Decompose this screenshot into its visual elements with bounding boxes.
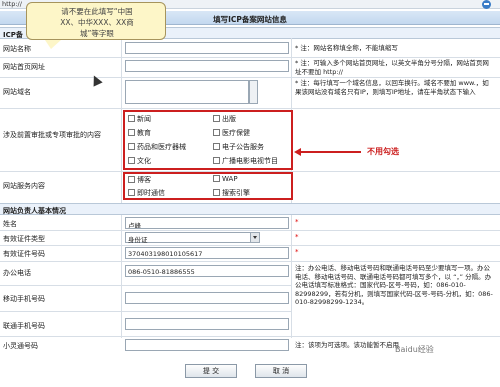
office-phone-label: 办公电话 xyxy=(3,269,31,277)
row-divider xyxy=(0,245,500,246)
site-name-label: 网站名称 xyxy=(3,45,31,53)
mobile-input[interactable] xyxy=(125,292,289,304)
phs-input[interactable] xyxy=(125,339,289,351)
id-number-label: 有效证件号码 xyxy=(3,250,45,258)
id-number-input[interactable]: 370403198010105617 xyxy=(125,247,289,259)
name-label: 姓名 xyxy=(3,220,17,228)
special-approval-label: 涉及前置审批或专项审批的内容 xyxy=(3,131,101,139)
row-divider xyxy=(0,108,500,109)
watermark: Baidu经验 xyxy=(395,345,434,354)
id-type-value: 身份证 xyxy=(128,236,148,244)
address-text: http:// xyxy=(2,0,22,8)
section-person: 网站负责人基本情况 xyxy=(0,203,500,215)
row-divider xyxy=(0,311,292,312)
phone-note: 注：办公电话、移动电话号码和联通电话号码至少要填写一项。办公电话、移动电话号码、… xyxy=(295,264,493,306)
id-type-select[interactable]: 身份证 xyxy=(125,232,260,244)
column-divider-1 xyxy=(121,38,122,338)
chevron-down-icon[interactable] xyxy=(250,233,259,242)
annotation-arrow xyxy=(299,151,361,153)
section-person-label: 网站负责人基本情况 xyxy=(3,207,66,215)
callout-line-3: 城”等字眼 xyxy=(80,29,114,38)
service-checkbox-group: 博客 WAP 即时通信 搜索引擎 xyxy=(123,172,293,200)
service-content-label: 网站服务内容 xyxy=(3,182,45,190)
office-phone-input[interactable]: 086-0510-81886555 xyxy=(125,265,289,277)
callout-line-2: XX、中华XXX、XX商 xyxy=(60,18,134,27)
checkbox-education[interactable]: 教育 xyxy=(128,128,151,138)
required-mark: * xyxy=(295,218,299,226)
site-url-label: 网站首页网址 xyxy=(3,63,45,71)
row-divider xyxy=(0,261,500,262)
browser-icon xyxy=(482,0,491,9)
site-url-note: * 注：可输入多个网站首页网址，以英文半角分号分隔，网站首页网址不要加 http… xyxy=(295,59,489,76)
checkbox-pharma[interactable]: 药品和医疗器械 xyxy=(128,142,186,152)
id-type-label: 有效证件类型 xyxy=(3,235,45,243)
checkbox-broadcast[interactable]: 广播电影电视节目 xyxy=(213,156,278,166)
phs-label: 小灵通号码 xyxy=(3,342,38,350)
row-divider xyxy=(0,336,500,337)
annotation-no-check: 不用勾选 xyxy=(367,147,399,156)
row-divider xyxy=(0,230,500,231)
checkbox-im[interactable]: 即时通信 xyxy=(128,188,165,198)
mouse-cursor-icon xyxy=(89,73,103,87)
annotation-arrowhead-icon xyxy=(294,148,301,156)
submit-button[interactable]: 提 交 xyxy=(185,364,237,378)
row-divider xyxy=(0,57,500,58)
site-name-input[interactable] xyxy=(125,42,289,54)
checkbox-publishing[interactable]: 出版 xyxy=(213,114,236,124)
section-icp-label: ICP备 xyxy=(3,31,23,39)
checkbox-blog[interactable]: 博客 xyxy=(128,175,151,185)
site-url-input[interactable] xyxy=(125,60,289,72)
checkbox-wap[interactable]: WAP xyxy=(213,175,238,183)
checkbox-healthcare[interactable]: 医疗保健 xyxy=(213,128,250,138)
checkbox-culture[interactable]: 文化 xyxy=(128,156,151,166)
checkbox-news[interactable]: 新闻 xyxy=(128,114,151,124)
callout-line-1: 请不要在此填写“中国 xyxy=(61,7,133,16)
cancel-button[interactable]: 取 消 xyxy=(255,364,307,378)
domain-textarea[interactable] xyxy=(125,80,249,104)
special-approval-checkbox-group: 新闻 出版 教育 医疗保健 药品和医疗器械 电子公告服务 文化 广播电影电视节目 xyxy=(123,110,293,170)
required-mark: * xyxy=(295,233,299,241)
mobile-label: 移动手机号码 xyxy=(3,295,45,303)
name-input[interactable]: 卢峰 xyxy=(125,217,289,229)
tooltip-callout: 请不要在此填写“中国 XX、中华XXX、XX商 城”等字眼 xyxy=(26,2,166,49)
domain-scrollbar[interactable] xyxy=(249,80,258,104)
checkbox-bbs[interactable]: 电子公告服务 xyxy=(213,142,264,152)
domain-label: 网站域名 xyxy=(3,88,31,96)
row-divider xyxy=(0,285,292,286)
row-divider xyxy=(0,77,500,78)
site-name-note: * 注：网站名称填全称，不能填缩写 xyxy=(295,44,398,52)
checkbox-search[interactable]: 搜索引擎 xyxy=(213,188,250,198)
unicom-label: 联通手机号码 xyxy=(3,322,45,330)
unicom-input[interactable] xyxy=(125,318,289,330)
required-mark: * xyxy=(295,248,299,256)
domain-note: * 注：每行填写一个域名信息，以回车换行。域名不要加 www.，如果该网站没有域… xyxy=(295,79,489,96)
